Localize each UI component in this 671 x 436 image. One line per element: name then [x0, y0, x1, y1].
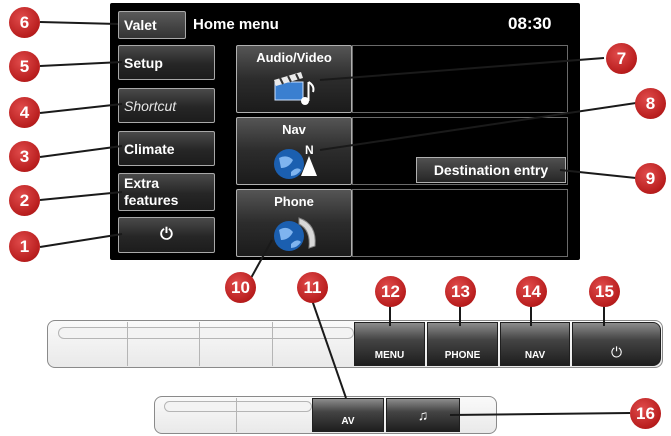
callout-14: 14 [516, 276, 547, 307]
callout-2: 2 [9, 185, 40, 216]
callout-8: 8 [635, 88, 666, 119]
callout-9: 9 [635, 163, 666, 194]
callout-12: 12 [375, 276, 406, 307]
callout-7: 7 [606, 43, 637, 74]
callout-leader-lines [39, 21, 637, 416]
callout-3: 3 [9, 141, 40, 172]
callout-11: 11 [297, 272, 328, 303]
callout-13: 13 [445, 276, 476, 307]
callout-4: 4 [9, 97, 40, 128]
callout-10: 10 [225, 272, 256, 303]
callout-6: 6 [9, 7, 40, 38]
callout-15: 15 [589, 276, 620, 307]
callout-16: 16 [630, 398, 661, 429]
callout-1: 1 [9, 231, 40, 262]
callout-5: 5 [9, 51, 40, 82]
